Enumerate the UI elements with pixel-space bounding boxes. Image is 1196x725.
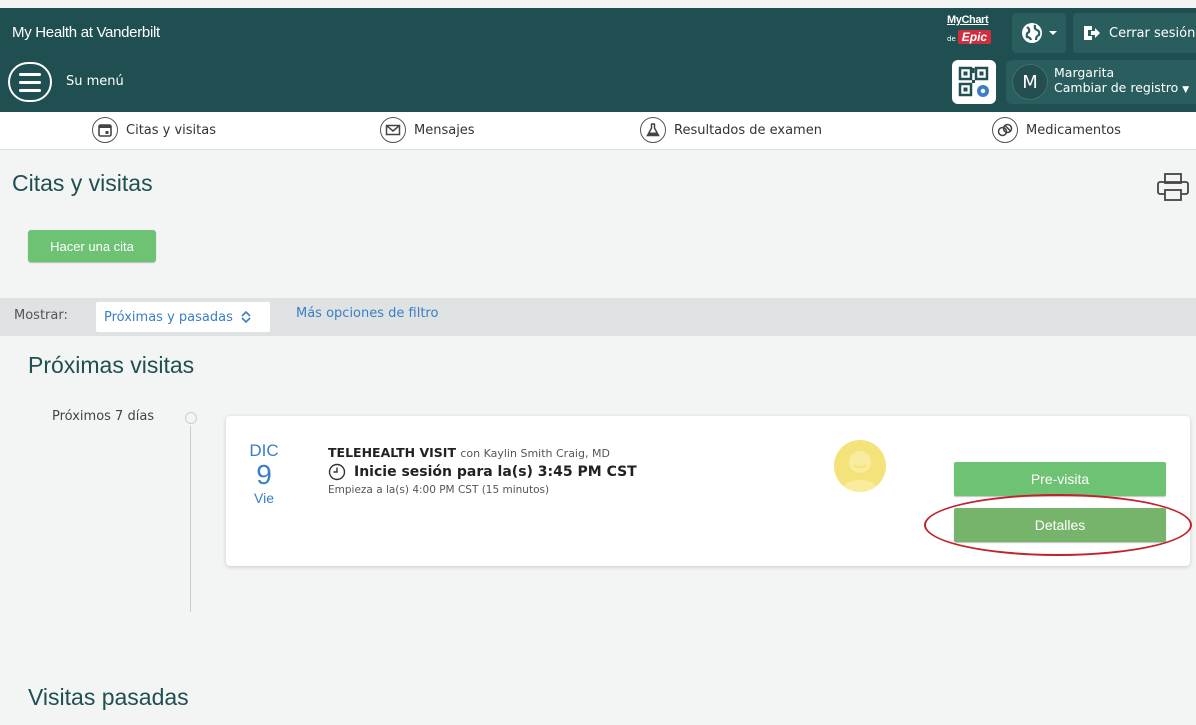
top-bar: My Health at Vanderbilt MyChart de Epic C… (0, 8, 1196, 60)
timeline-line (190, 426, 191, 612)
more-filter-options-link[interactable]: Más opciones de filtro (296, 306, 438, 321)
language-button[interactable] (1012, 13, 1066, 53)
appointment-weekday: Vie (254, 490, 274, 506)
filter-label: Mostrar: (14, 308, 68, 323)
activity-messages[interactable]: Mensajes (380, 117, 475, 143)
app-header: My Health at Vanderbilt MyChart de Epic C… (0, 8, 1196, 112)
past-visits-heading: Visitas pasadas (28, 684, 189, 710)
visit-type: TELEHEALTH VISIT con Kaylin Smith Craig,… (328, 445, 610, 460)
flask-icon (640, 117, 666, 143)
checkin-time: Inicie sesión para la(s) 3:45 PM CST (328, 463, 637, 481)
visit-provider: con Kaylin Smith Craig, MD (460, 447, 610, 460)
clock-icon (328, 463, 346, 481)
qr-code-icon (958, 66, 989, 97)
activity-test-results[interactable]: Resultados de examen (640, 117, 822, 143)
visit-start-time: Empieza a la(s) 4:00 PM CST (15 minutos) (328, 484, 550, 496)
chevron-down-icon (1049, 31, 1057, 35)
activity-bar: Citas y visitas Mensajes Resultados de e… (0, 112, 1196, 150)
timeline-label: Próximos 7 días (52, 409, 155, 424)
envelope-icon (380, 117, 406, 143)
print-icon[interactable] (1156, 172, 1190, 202)
switch-record-label: Cambiar de registro ▼ (1054, 80, 1190, 95)
logout-button[interactable]: Cerrar sesión (1073, 13, 1196, 53)
caret-down-icon: ▼ (1182, 85, 1190, 95)
schedule-appointment-button[interactable]: Hacer una cita (28, 230, 156, 262)
menu-bar: Su menú M Margarita Cambiar de registro … (0, 60, 1196, 112)
page-title: Citas y visitas (12, 170, 153, 196)
activity-appointments[interactable]: Citas y visitas (92, 117, 216, 143)
previsit-button[interactable]: Pre-visita (954, 462, 1166, 496)
upcoming-visits-heading: Próximas visitas (28, 352, 195, 378)
pill-icon (992, 117, 1018, 143)
user-name: Margarita (1054, 65, 1115, 80)
filter-bar: Mostrar: Próximas y pasadas Más opciones… (0, 298, 1196, 336)
person-icon (842, 451, 878, 492)
logout-icon (1084, 26, 1100, 40)
mychart-epic-logo: MyChart de Epic (947, 14, 1003, 50)
menu-icon[interactable] (8, 62, 52, 102)
highlight-annotation (924, 494, 1192, 556)
chevron-updown-icon (241, 311, 251, 323)
logout-label: Cerrar sesión (1109, 25, 1196, 41)
user-switch-button[interactable]: M Margarita Cambiar de registro ▼ (1006, 60, 1196, 104)
appointment-month: DIC (249, 441, 279, 460)
globe-icon (1022, 23, 1042, 43)
filter-select[interactable]: Próximas y pasadas (96, 302, 270, 332)
qr-code-button[interactable] (952, 60, 996, 104)
timeline-dot (185, 412, 197, 424)
provider-avatar (834, 440, 886, 492)
user-info: Margarita Cambiar de registro ▼ (1054, 65, 1189, 98)
appointment-date: DIC 9 Vie (244, 441, 284, 507)
appointment-day: 9 (256, 459, 272, 490)
activity-medications[interactable]: Medicamentos (992, 117, 1121, 143)
calendar-icon (92, 117, 118, 143)
avatar: M (1012, 64, 1048, 100)
menu-label[interactable]: Su menú (66, 74, 124, 89)
brand-logo[interactable]: My Health at Vanderbilt (12, 24, 160, 41)
filter-selected-value: Próximas y pasadas (104, 309, 233, 325)
